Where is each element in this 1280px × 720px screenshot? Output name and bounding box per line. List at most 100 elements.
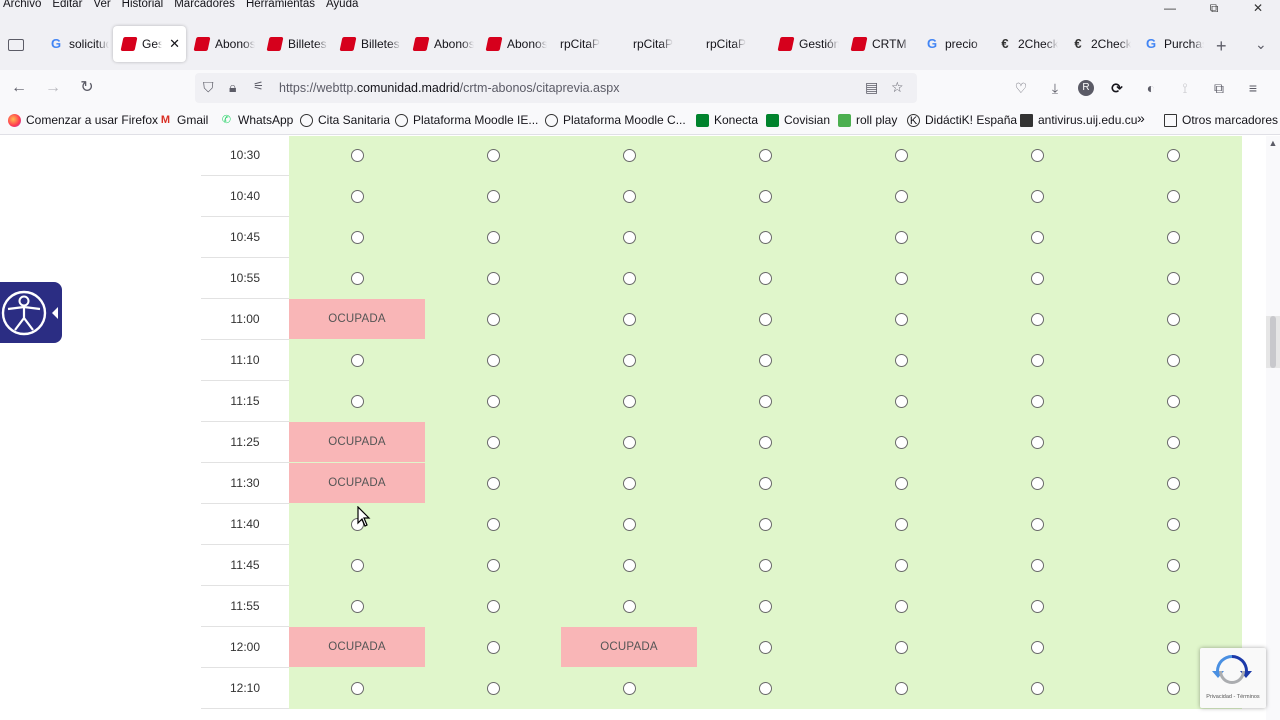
slot-radio-button[interactable] xyxy=(758,681,772,695)
slot-radio-button[interactable] xyxy=(1167,312,1180,326)
slot-radio-button[interactable] xyxy=(622,148,636,162)
available-slot[interactable] xyxy=(833,504,969,544)
available-slot[interactable] xyxy=(833,668,969,708)
menu-item-ver[interactable]: Ver xyxy=(93,0,110,10)
slot-radio-button[interactable] xyxy=(486,312,500,326)
slot-radio-button[interactable] xyxy=(894,271,908,285)
tab[interactable]: €2Checkout xyxy=(1062,26,1135,62)
slot-radio-button[interactable] xyxy=(894,394,908,408)
slot-radio-button[interactable] xyxy=(1030,394,1044,408)
available-slot[interactable] xyxy=(561,586,697,626)
available-slot[interactable] xyxy=(289,176,425,216)
available-slot[interactable] xyxy=(833,340,969,380)
slot-radio-button[interactable] xyxy=(1167,189,1180,203)
available-slot[interactable] xyxy=(969,299,1105,339)
slot-radio-button[interactable] xyxy=(486,230,500,244)
bookmark-item[interactable]: Plataforma Moodle C... xyxy=(545,113,686,127)
slot-radio-button[interactable] xyxy=(486,271,500,285)
available-slot[interactable] xyxy=(969,463,1105,503)
slot-radio-button[interactable] xyxy=(622,476,636,490)
bookmark-item[interactable]: Otros marcadores xyxy=(1164,113,1278,127)
recaptcha-terms[interactable]: Privacidad - Términos xyxy=(1200,694,1266,700)
available-slot[interactable] xyxy=(289,381,425,421)
menu-item-editar[interactable]: Editar xyxy=(52,0,82,10)
slot-radio-button[interactable] xyxy=(1030,558,1044,572)
slot-radio-button[interactable] xyxy=(894,517,908,531)
slot-radio-button[interactable] xyxy=(1030,435,1044,449)
slot-radio-button[interactable] xyxy=(350,230,364,244)
available-slot[interactable] xyxy=(697,217,833,257)
available-slot[interactable] xyxy=(833,258,969,298)
slot-radio-button[interactable] xyxy=(1167,148,1180,162)
slot-radio-button[interactable] xyxy=(894,435,908,449)
account-avatar[interactable]: R xyxy=(1078,80,1094,96)
available-slot[interactable] xyxy=(425,545,561,585)
slot-radio-button[interactable] xyxy=(894,558,908,572)
slot-radio-button[interactable] xyxy=(894,312,908,326)
available-slot[interactable] xyxy=(697,422,833,462)
available-slot[interactable] xyxy=(697,381,833,421)
available-slot[interactable] xyxy=(833,422,969,462)
available-slot[interactable] xyxy=(833,381,969,421)
available-slot[interactable] xyxy=(289,340,425,380)
url-bar[interactable]: ⛉ 🔒︎ ⚟ https://webttp.comunidad.madrid/c… xyxy=(195,73,917,103)
menu-item-archivo[interactable]: Archivo xyxy=(3,0,41,10)
available-slot[interactable] xyxy=(425,504,561,544)
slot-radio-button[interactable] xyxy=(894,640,908,654)
available-slot[interactable] xyxy=(289,545,425,585)
slot-radio-button[interactable] xyxy=(894,230,908,244)
available-slot[interactable] xyxy=(969,381,1105,421)
menu-item-herramientas[interactable]: Herramientas xyxy=(246,0,315,10)
available-slot[interactable] xyxy=(1105,381,1242,421)
slot-radio-button[interactable] xyxy=(350,353,364,367)
tab[interactable]: Abonos xyxy=(405,26,478,62)
available-slot[interactable] xyxy=(1105,340,1242,380)
available-slot[interactable] xyxy=(561,463,697,503)
available-slot[interactable] xyxy=(969,176,1105,216)
url-text[interactable]: https://webttp.comunidad.madrid/crtm-abo… xyxy=(279,81,619,95)
slot-radio-button[interactable] xyxy=(622,312,636,326)
extension-disabled-icon[interactable]: ⟟ xyxy=(1174,77,1196,99)
bookmark-item[interactable]: Konecta xyxy=(696,113,758,127)
slot-radio-button[interactable] xyxy=(758,271,772,285)
bookmark-item[interactable]: K DidáctiK! España xyxy=(907,113,1017,127)
tab[interactable]: rpCitaPrevia xyxy=(697,26,770,62)
slot-radio-button[interactable] xyxy=(1030,271,1044,285)
available-slot[interactable] xyxy=(969,504,1105,544)
available-slot[interactable] xyxy=(969,422,1105,462)
tab[interactable]: Gestión ✕ xyxy=(113,26,186,62)
available-slot[interactable] xyxy=(969,545,1105,585)
available-slot[interactable] xyxy=(1105,299,1242,339)
close-tab-icon[interactable]: ✕ xyxy=(169,36,180,52)
available-slot[interactable] xyxy=(425,422,561,462)
slot-radio-button[interactable] xyxy=(894,148,908,162)
tab[interactable]: Billetes xyxy=(259,26,332,62)
available-slot[interactable] xyxy=(425,136,561,175)
slot-radio-button[interactable] xyxy=(1167,353,1180,367)
pocket-icon[interactable]: ♡ xyxy=(1010,77,1032,99)
menu-item-ayuda[interactable]: Ayuda xyxy=(326,0,358,10)
slot-radio-button[interactable] xyxy=(350,681,364,695)
download-icon[interactable]: ⤓ xyxy=(1044,77,1066,99)
slot-radio-button[interactable] xyxy=(622,435,636,449)
available-slot[interactable] xyxy=(969,668,1105,708)
available-slot[interactable] xyxy=(561,136,697,175)
slot-radio-button[interactable] xyxy=(622,271,636,285)
bookmark-star-icon[interactable]: ☆ xyxy=(891,79,904,96)
slot-radio-button[interactable] xyxy=(1167,558,1180,572)
permissions-icon[interactable]: ⚟ xyxy=(253,79,264,93)
recaptcha-badge[interactable]: Privacidad - Términos xyxy=(1200,648,1266,708)
available-slot[interactable] xyxy=(561,258,697,298)
slot-radio-button[interactable] xyxy=(1167,476,1180,490)
available-slot[interactable] xyxy=(697,463,833,503)
available-slot[interactable] xyxy=(425,176,561,216)
available-slot[interactable] xyxy=(697,668,833,708)
tab[interactable]: G Purchase xyxy=(1135,26,1208,62)
available-slot[interactable] xyxy=(969,217,1105,257)
menu-item-historial[interactable]: Historial xyxy=(122,0,164,10)
available-slot[interactable] xyxy=(833,217,969,257)
available-slot[interactable] xyxy=(1105,422,1242,462)
available-slot[interactable] xyxy=(425,586,561,626)
tab[interactable]: rpCitaPrevia xyxy=(624,26,697,62)
available-slot[interactable] xyxy=(833,136,969,175)
